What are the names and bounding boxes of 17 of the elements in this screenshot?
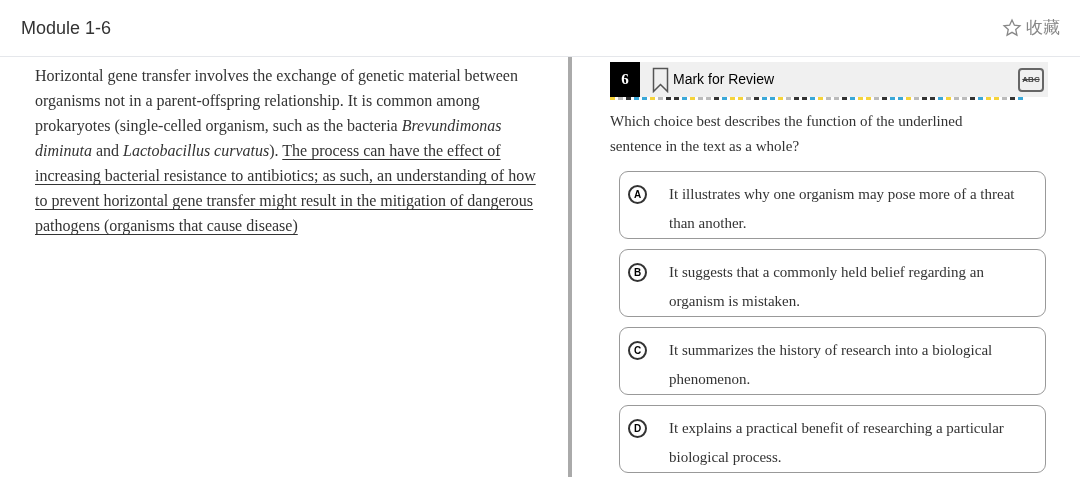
answer-choice[interactable]: B It suggests that a commonly held belief regarding an organism is mistaken.: [619, 249, 1046, 317]
answer-choice[interactable]: C It summarizes the history of research into a biological phenomenon.: [619, 327, 1046, 395]
question-prompt: Which choice best describes the function of the underlined sentence in the text as a whole?: [610, 112, 964, 156]
star-icon: [1002, 18, 1022, 38]
page-title: Module 1-6: [21, 16, 112, 40]
mark-for-review-button[interactable]: Mark for Review: [652, 66, 775, 93]
bookmark-icon: [652, 66, 669, 93]
choice-letter: A: [628, 185, 647, 204]
abc-strikethrough-button[interactable]: ABC: [1018, 67, 1044, 92]
choice-letter: B: [628, 263, 647, 282]
answer-choice[interactable]: A It illustrates why one organism may pose more of a threat than another.: [619, 171, 1046, 239]
favorite-button[interactable]: 收藏: [1002, 15, 1060, 41]
question-number: 6: [610, 62, 640, 97]
choice-letter: C: [628, 341, 647, 360]
choice-letter: D: [628, 419, 647, 438]
passage-text: Horizontal gene transfer involves the exchange of genetic material between organisms not in a parent-offspring relationship. It is common among prokaryotes (single-celled organism, such as the bacteria Brevundimonas diminuta and Lactobacillus curvatus). The process can have the effect of increasing bacterial resistance to antibiotics; as such, an understanding of how to prevent horizontal gene transfer might result in the mitigation of dangerous pathogens (organisms that cause disease): [35, 66, 537, 237]
answer-choice[interactable]: D It explains a practical benefit of researching a particular biological process.: [619, 405, 1046, 473]
